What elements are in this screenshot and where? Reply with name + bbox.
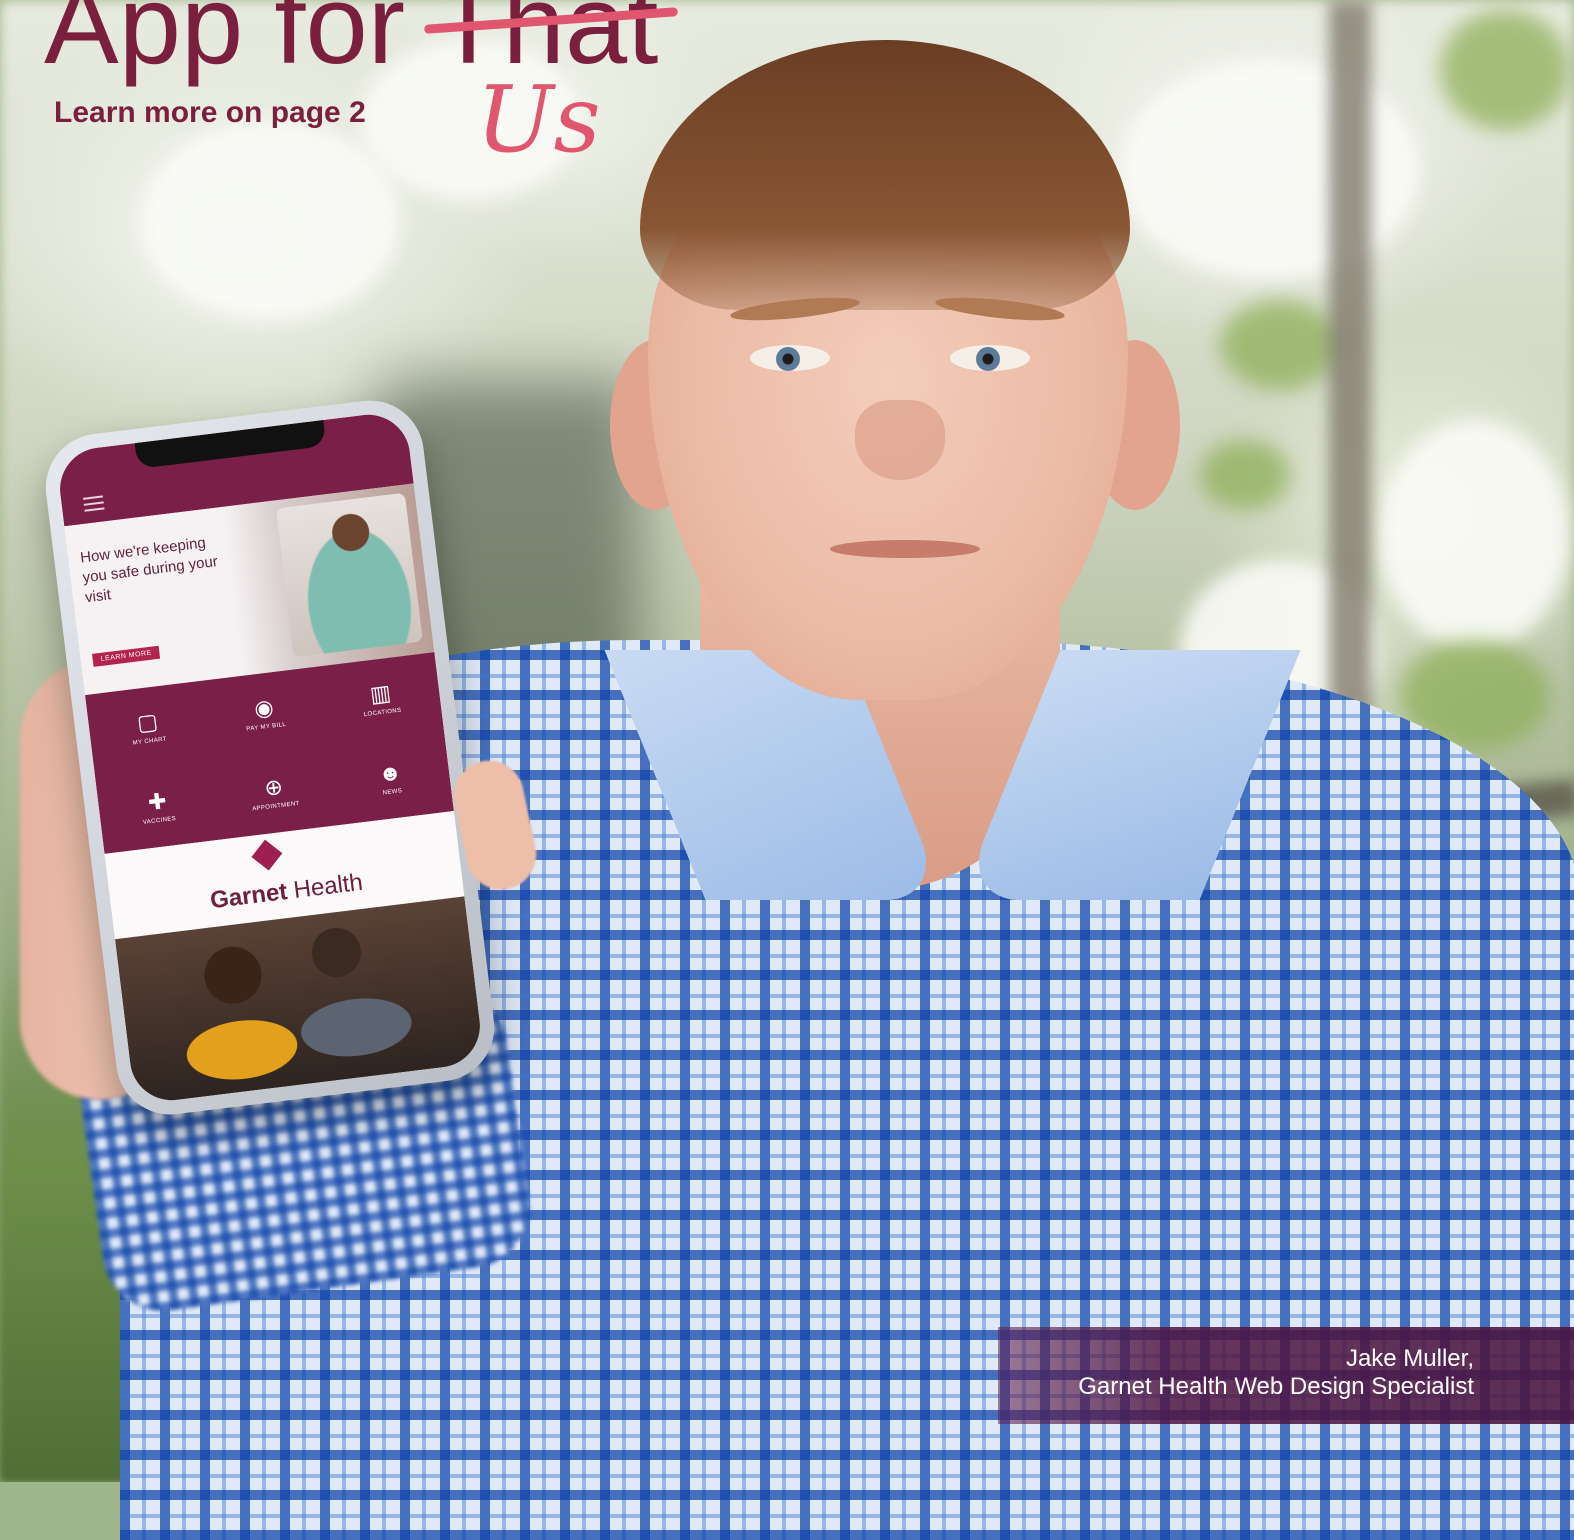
tile-pay-bill: ◉ PAY MY BILL bbox=[201, 666, 327, 760]
tile-label: NEWS bbox=[382, 788, 403, 797]
photo-caption: Jake Muller, Garnet Health Web Design Sp… bbox=[998, 1327, 1574, 1424]
hero-child-photo bbox=[275, 492, 424, 658]
locations-icon: ▥ bbox=[368, 679, 393, 708]
headline-prefix: App for bbox=[44, 0, 435, 87]
mouth bbox=[830, 540, 980, 558]
appointment-icon: ⊕ bbox=[262, 773, 285, 801]
tile-label: MY CHART bbox=[132, 736, 168, 747]
my-chart-icon: ▢ bbox=[135, 708, 160, 736]
tile-appointment: ⊕ APPOINTMENT bbox=[211, 746, 337, 840]
tile-label: PAY MY BILL bbox=[246, 721, 287, 733]
headline-handwritten-word: Us bbox=[476, 66, 601, 173]
brand-name-rest: Health bbox=[285, 868, 365, 905]
tile-label: APPOINTMENT bbox=[251, 800, 301, 813]
tile-my-chart: ▢ MY CHART bbox=[85, 681, 211, 775]
caption-title: Garnet Health Web Design Specialist bbox=[1078, 1373, 1474, 1400]
tile-vaccines: ✚ VACCINES bbox=[95, 760, 221, 854]
tile-locations: ▥ LOCATIONS bbox=[318, 652, 444, 746]
tile-label: VACCINES bbox=[142, 815, 177, 826]
hero-learn-more-button: LEARN MORE bbox=[92, 645, 161, 667]
nose bbox=[855, 400, 945, 480]
learn-more-text: Learn more on page 2 bbox=[54, 96, 366, 129]
tile-news: ☻ NEWS bbox=[328, 732, 454, 826]
phone-notch bbox=[134, 419, 327, 469]
phone-screen: How we're keeping you safe during your v… bbox=[55, 409, 485, 1106]
garnet-diamond-icon bbox=[251, 839, 283, 871]
brand-name-bold: Garnet bbox=[208, 878, 289, 915]
hair bbox=[640, 40, 1130, 310]
news-icon: ☻ bbox=[377, 759, 404, 787]
hero-text: How we're keeping you safe during your v… bbox=[79, 534, 219, 607]
eye-left bbox=[750, 345, 830, 371]
vaccines-icon: ✚ bbox=[146, 788, 168, 816]
pay-bill-icon: ◉ bbox=[252, 694, 275, 722]
hamburger-menu-icon bbox=[82, 495, 105, 512]
tile-label: LOCATIONS bbox=[363, 707, 402, 719]
eye-right bbox=[950, 345, 1030, 371]
caption-name: Jake Muller, bbox=[1345, 1345, 1474, 1372]
